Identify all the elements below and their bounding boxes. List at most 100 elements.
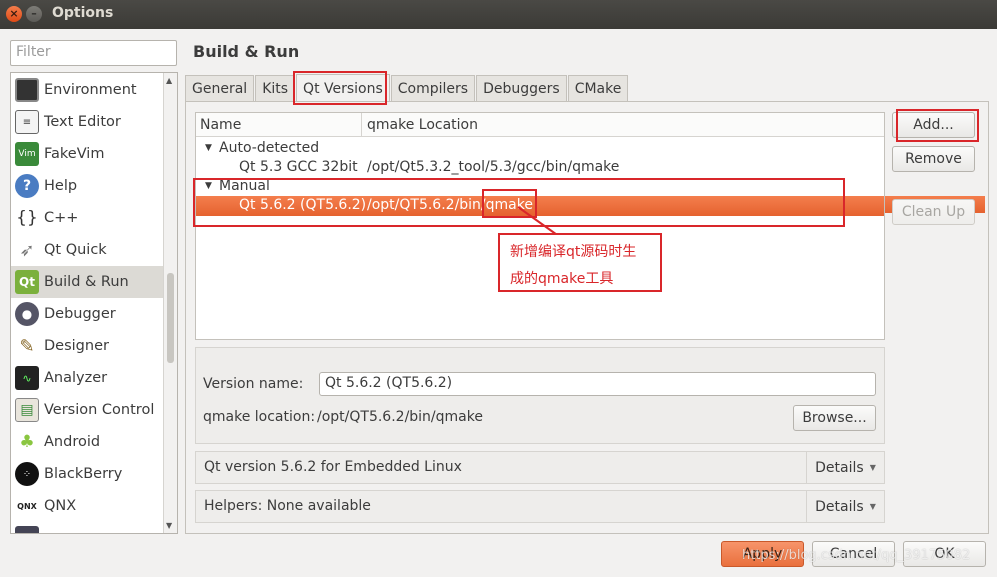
category-list: Environment ≡ Text Editor Vim FakeVim ? … [10,72,178,534]
column-header-name[interactable]: Name [200,117,241,133]
column-separator [361,113,362,137]
sidebar-item-label: Qt Quick [44,242,107,258]
fakevim-icon: Vim [15,142,39,166]
qmake-location: /opt/QT5.6.2/bin/qmake [367,197,533,213]
sidebar-item-text-editor[interactable]: ≡ Text Editor [11,106,163,138]
tree-group-auto-detected[interactable]: ▼ Auto-detected [196,139,884,158]
remove-button[interactable]: Remove [892,146,975,172]
sidebar-item-label: FakeVim [44,146,105,162]
sidebar-item-label: Analyzer [44,370,108,386]
details-label: Details [815,459,864,476]
sidebar-item-qnx[interactable]: QNX QNX [11,490,163,522]
tab-qt-versions[interactable]: Qt Versions [296,74,390,102]
sidebar-item-label: Version Control [44,402,155,418]
scroll-up-arrow-icon[interactable]: ▲ [166,76,172,85]
details-button[interactable]: Details ▼ [806,491,884,522]
tab-bar: General Kits Qt Versions Compilers Debug… [185,74,629,102]
sidebar-item-fakevim[interactable]: Vim FakeVim [11,138,163,170]
chevron-down-icon: ▼ [869,502,876,511]
sidebar-item-environment[interactable]: Environment [11,74,163,106]
sidebar-item-designer[interactable]: ✎ Designer [11,330,163,362]
sidebar-item-label: Build & Run [44,274,129,290]
qt-version-name: Qt 5.3 GCC 32bit [239,159,358,175]
sidebar-item-label: Help [44,178,78,194]
qmake-location-label: qmake location: [203,409,316,425]
add-button[interactable]: Add... [892,112,975,138]
designer-icon: ✎ [19,335,35,357]
scroll-down-arrow-icon[interactable]: ▼ [166,521,172,530]
qt-version-info-label: Qt version 5.6.2 for Embedded Linux [204,459,462,475]
group-label: Auto-detected [219,140,320,156]
title-bar: × – Options [0,0,997,29]
sidebar-item-blackberry[interactable]: ⁘ BlackBerry [11,458,163,490]
version-control-icon: ▤ [15,398,39,422]
sidebar-item-version-control[interactable]: ▤ Version Control [11,394,163,426]
sidebar-item-label: QNX [44,498,77,514]
group-label: Manual [219,178,270,194]
browse-button[interactable]: Browse... [793,405,876,431]
sidebar-item-debugger[interactable]: ● Debugger [11,298,163,330]
version-detail-panel: Version name: Qt 5.6.2 (QT5.6.2) qmake l… [195,347,885,444]
close-window-button[interactable]: × [6,6,22,22]
sidebar-item-qt-quick[interactable]: ➶ Qt Quick [11,234,163,266]
qmake-location: /opt/Qt5.3.2_tool/5.3/gcc/bin/qmake [367,159,620,175]
help-icon: ? [15,174,39,198]
annotation-note: 新增编译qt源码时生 成的qmake工具 [498,233,662,292]
sidebar-item-label: C++ [44,210,79,226]
qmake-location-binary: qmake [485,197,533,213]
chevron-down-icon: ▼ [869,463,876,472]
expand-arrow-icon[interactable]: ▼ [205,181,212,191]
helpers-info-row: Helpers: None available Details ▼ [195,490,885,523]
device-icon [15,526,39,533]
sidebar-item-help[interactable]: ? Help [11,170,163,202]
sidebar-item-android[interactable]: ♣ Android [11,426,163,458]
sidebar-item-label: Debugger [44,306,116,322]
qt-quick-icon: ➶ [19,239,35,261]
blackberry-icon: ⁘ [15,462,39,486]
sidebar-item-analyzer[interactable]: ∿ Analyzer [11,362,163,394]
tab-debuggers[interactable]: Debuggers [476,75,567,101]
table-row[interactable]: Qt 5.3 GCC 32bit /opt/Qt5.3.2_tool/5.3/g… [196,158,884,177]
window-title: Options [52,5,114,21]
qt-version-name: Qt 5.6.2 (QT5.6.2) [239,197,367,213]
tab-compilers[interactable]: Compilers [390,75,476,101]
sidebar-item-cpp[interactable]: {} C++ [11,202,163,234]
qt-versions-tree[interactable]: Name qmake Location ▼ Auto-detected Qt 5… [195,112,885,340]
sidebar-scrollbar[interactable]: ▲ ▼ [163,73,177,533]
android-icon: ♣ [19,432,35,452]
qt-build-icon: Qt [15,270,39,294]
analyzer-icon: ∿ [15,366,39,390]
helpers-info-label: Helpers: None available [204,498,371,514]
qt-version-info-row: Qt version 5.6.2 for Embedded Linux Deta… [195,451,885,484]
qmake-location-path: /opt/QT5.6.2/bin/ [367,197,486,213]
details-button[interactable]: Details ▼ [806,452,884,483]
qnx-icon: QNX [17,501,37,511]
column-header-qmake-location[interactable]: qmake Location [367,117,478,133]
page-title: Build & Run [193,42,300,61]
annotation-line-1: 新增编译qt源码时生 [510,244,637,260]
minimize-window-button[interactable]: – [26,6,42,22]
clean-up-button[interactable]: Clean Up [892,199,975,225]
sidebar-item-label: BlackBerry [44,466,123,482]
filter-input[interactable]: Filter [10,40,177,66]
expand-arrow-icon[interactable]: ▼ [205,143,212,153]
version-name-input[interactable]: Qt 5.6.2 (QT5.6.2) [319,372,876,396]
tab-kits[interactable]: Kits [255,75,296,101]
tab-cmake[interactable]: CMake [567,75,629,101]
sidebar-item-label: Environment [44,82,137,98]
sidebar-item-more[interactable] [11,522,163,533]
qmake-location-value: /opt/QT5.6.2/bin/qmake [317,409,483,425]
debugger-icon: ● [15,302,39,326]
tab-general[interactable]: General [185,75,255,101]
tree-header: Name qmake Location [196,113,884,137]
scroll-thumb[interactable] [167,273,174,363]
watermark: https://blog.csdn.net/qq_39175082 [742,548,971,563]
annotation-line-2: 成的qmake工具 [510,271,614,287]
sidebar-item-build-run[interactable]: Qt Build & Run [11,266,163,298]
table-row-selected[interactable]: Qt 5.6.2 (QT5.6.2) /opt/QT5.6.2/bin/qmak… [196,196,884,216]
cpp-braces-icon: {} [16,208,38,228]
monitor-icon [15,78,39,102]
details-label: Details [815,498,864,515]
tree-group-manual[interactable]: ▼ Manual [196,177,884,196]
sidebar-item-label: Android [44,434,101,450]
